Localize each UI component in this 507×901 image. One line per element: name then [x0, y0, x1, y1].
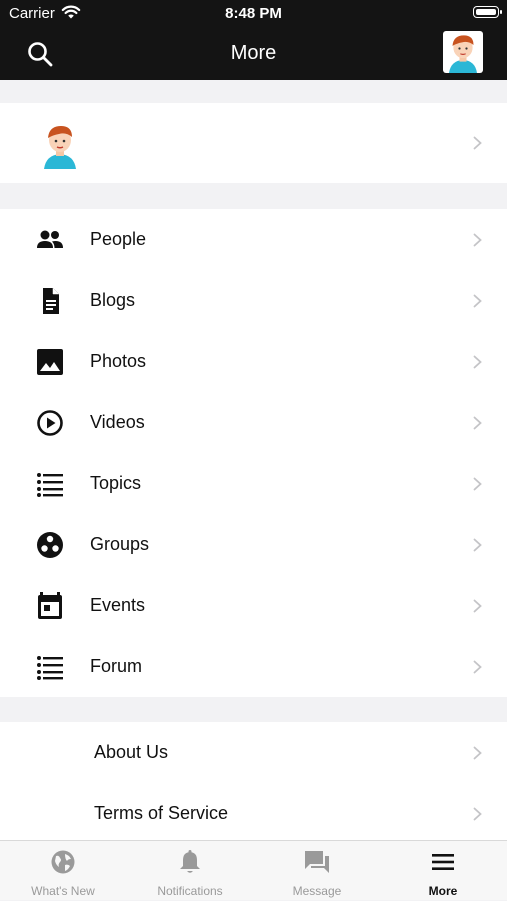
- menu-item-topics[interactable]: Topics: [0, 453, 507, 514]
- avatar: [44, 126, 76, 169]
- menu-item-photos[interactable]: Photos: [0, 331, 507, 392]
- menu-item-label: People: [90, 229, 147, 249]
- menu-item-events[interactable]: Events: [0, 575, 507, 636]
- menu-item-label: Blogs: [90, 290, 136, 310]
- menu-item-label: Topics: [90, 473, 142, 493]
- menu-item-label: Videos: [90, 412, 145, 432]
- menu-item-blogs[interactable]: Blogs: [0, 270, 507, 331]
- chevron-right-icon: [473, 538, 482, 552]
- chevron-right-icon: [473, 355, 482, 369]
- chevron-right-icon: [473, 807, 482, 821]
- menu-item-people[interactable]: People: [0, 209, 507, 270]
- list-icon: [37, 473, 63, 497]
- battery-icon: [473, 6, 502, 18]
- bell-icon: [180, 850, 200, 873]
- people-icon: [37, 230, 63, 248]
- globe-icon: [51, 850, 75, 874]
- menu-item-label: Photos: [90, 351, 147, 371]
- about-us-link[interactable]: About Us: [0, 722, 507, 783]
- chevron-right-icon: [473, 233, 482, 247]
- menu-item-groups[interactable]: Groups: [0, 514, 507, 575]
- chevron-right-icon: [473, 660, 482, 674]
- tab-label: More: [428, 884, 458, 898]
- header-avatar[interactable]: [443, 31, 483, 73]
- info-links: About Us Terms of Service: [0, 722, 507, 840]
- page-title: More: [230, 42, 277, 64]
- menu-item-label: Groups: [90, 534, 150, 554]
- top-bar: Carrier 8:48 PM More: [0, 0, 507, 80]
- tab-message[interactable]: Message: [254, 841, 380, 901]
- calendar-icon: [38, 592, 62, 619]
- tab-label: What's New: [31, 884, 95, 898]
- play-circle-icon: [37, 410, 63, 436]
- clock: 8:48 PM: [225, 5, 282, 22]
- menu-item-label: Events: [90, 595, 146, 615]
- image-icon: [37, 349, 63, 375]
- chevron-right-icon: [473, 416, 482, 430]
- about-us-label: About Us: [94, 742, 169, 762]
- terms-of-service-link[interactable]: Terms of Service: [0, 783, 507, 844]
- avatar-icon: [449, 35, 477, 73]
- chevron-right-icon: [473, 477, 482, 491]
- tab-more[interactable]: More: [380, 841, 506, 901]
- tab-whats-new[interactable]: What's New: [0, 841, 126, 901]
- group-circle-icon: [37, 532, 63, 558]
- menu-icon: [432, 854, 454, 870]
- chat-icon: [305, 851, 329, 873]
- tab-notifications[interactable]: Notifications: [127, 841, 253, 901]
- menu-item-forum[interactable]: Forum: [0, 636, 507, 697]
- chevron-right-icon: [473, 746, 482, 760]
- list-icon: [37, 656, 63, 680]
- tab-label: Message: [292, 884, 342, 898]
- chevron-right-icon: [473, 294, 482, 308]
- menu-item-videos[interactable]: Videos: [0, 392, 507, 453]
- document-icon: [43, 288, 59, 314]
- tab-label: Notifications: [157, 884, 223, 898]
- terms-of-service-label: Terms of Service: [94, 803, 229, 823]
- profile-row[interactable]: [0, 103, 507, 183]
- chevron-right-icon: [473, 136, 482, 150]
- status-bar: Carrier 8:48 PM: [0, 0, 507, 28]
- menu-list: People Blogs Photos Videos Topics Groups…: [0, 209, 507, 697]
- menu-item-label: Forum: [90, 656, 143, 676]
- tab-bar: What's New Notifications Message More: [0, 840, 507, 900]
- chevron-right-icon: [473, 599, 482, 613]
